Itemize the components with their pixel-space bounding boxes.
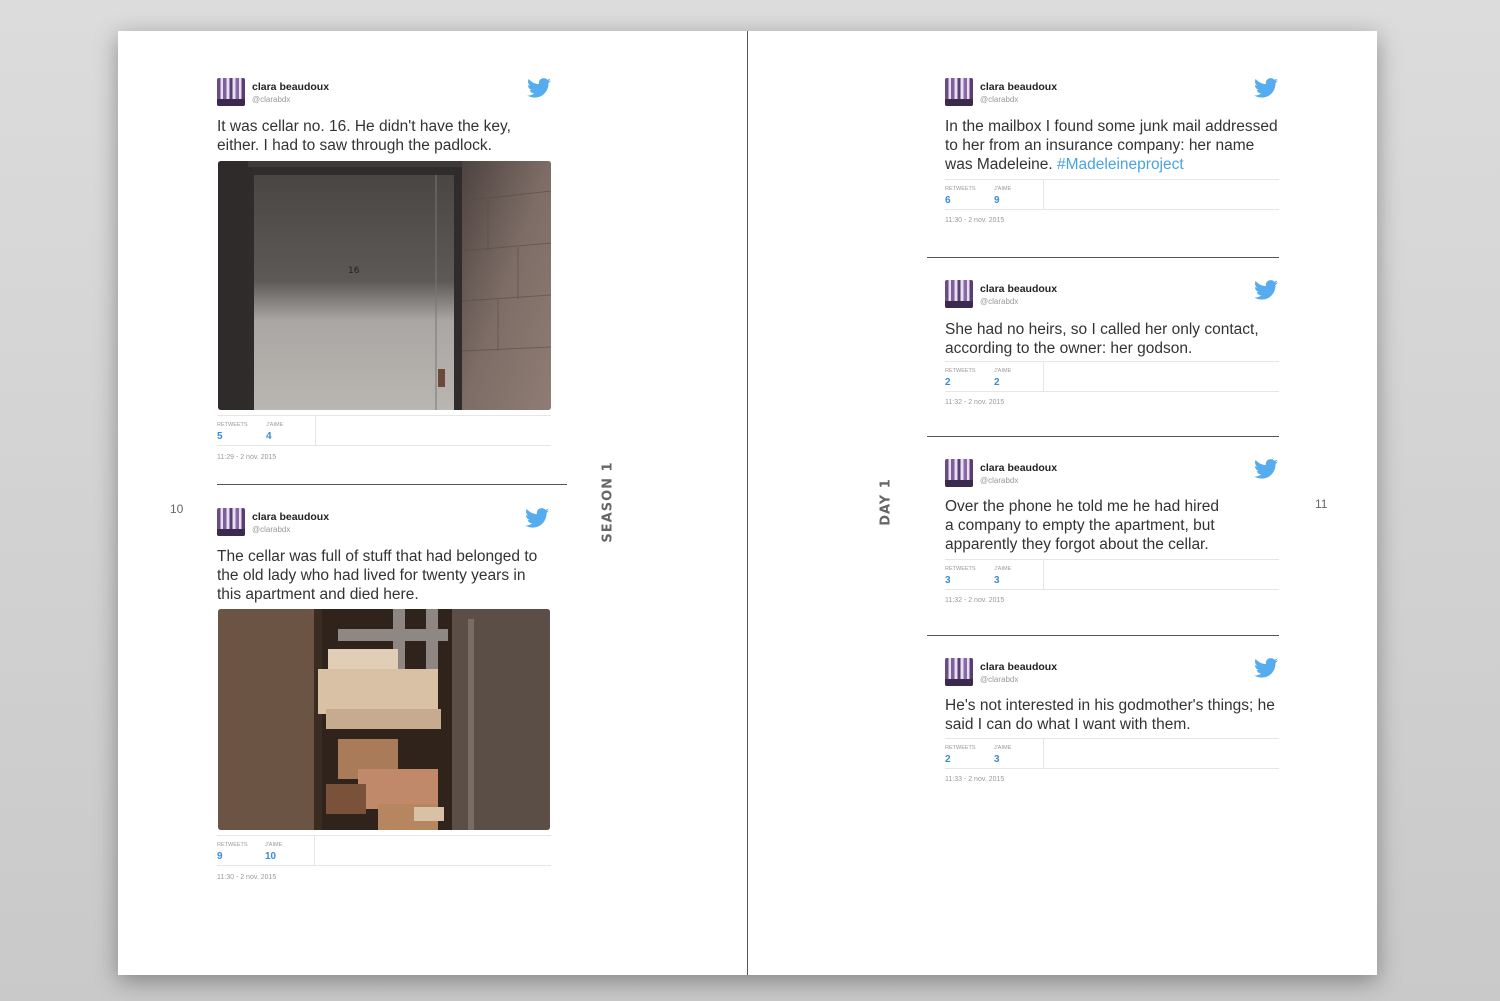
- stats-divider: [1043, 560, 1044, 589]
- retweets-label: RETWEETS: [945, 186, 976, 192]
- retweets-label: RETWEETS: [217, 422, 248, 428]
- user-name[interactable]: clara beaudoux: [252, 81, 329, 93]
- tweet-card: clara beaudoux @clarabdx She had no heir…: [945, 280, 1280, 410]
- tweet-date[interactable]: 11:29 - 2 nov. 2015: [217, 454, 276, 461]
- tweet-separator: [927, 635, 1279, 636]
- tweet-date[interactable]: 11:30 - 2 nov. 2015: [945, 217, 1004, 224]
- twitter-bird-icon: [527, 78, 551, 98]
- retweets-count: 3: [945, 575, 951, 586]
- tweet-stats: RETWEETS 3 J'AIME 3: [945, 559, 1279, 590]
- user-handle[interactable]: @clarabdx: [980, 297, 1018, 306]
- tweet-stats: RETWEETS 2 J'AIME 3: [945, 738, 1279, 769]
- page-number-left: 10: [170, 502, 184, 516]
- tweet-stats: RETWEETS 6 J'AIME 9: [945, 179, 1279, 210]
- likes-count: 2: [994, 377, 1000, 388]
- season-label: SEASON 1: [600, 461, 616, 543]
- likes-count: 4: [266, 431, 272, 442]
- tweet-text: She had no heirs, so I called her only c…: [945, 321, 1259, 357]
- tweet-text: In the mailbox I found some junk mail ad…: [945, 117, 1285, 174]
- stats-divider: [1043, 739, 1044, 768]
- user-name[interactable]: clara beaudoux: [980, 283, 1057, 295]
- twitter-bird-icon: [1254, 459, 1278, 479]
- likes-label: J'AIME: [994, 186, 1012, 192]
- user-name[interactable]: clara beaudoux: [252, 511, 329, 523]
- tweet-text: The cellar was full of stuff that had be…: [217, 548, 538, 603]
- book-spine: [747, 31, 748, 975]
- tweet-date[interactable]: 11:32 - 2 nov. 2015: [945, 399, 1004, 406]
- retweets-label: RETWEETS: [945, 566, 976, 572]
- user-avatar[interactable]: [945, 459, 973, 487]
- user-handle[interactable]: @clarabdx: [252, 95, 290, 104]
- cellar-stuff-image: [218, 609, 550, 830]
- door-number: 16: [348, 266, 360, 276]
- user-name[interactable]: clara beaudoux: [980, 661, 1057, 673]
- tweet-card: clara beaudoux @clarabdx He's not intere…: [945, 658, 1280, 788]
- tweet-separator: [927, 436, 1279, 437]
- retweets-count: 2: [945, 377, 951, 388]
- likes-count: 3: [994, 754, 1000, 765]
- twitter-bird-icon: [1254, 280, 1278, 300]
- likes-label: J'AIME: [265, 842, 283, 848]
- tweet-separator: [927, 257, 1279, 258]
- tweet-card: clara beaudoux @clarabdx It was cellar n…: [217, 78, 551, 468]
- user-avatar[interactable]: [217, 78, 245, 106]
- stats-divider: [1043, 362, 1044, 391]
- tweet-text: Over the phone he told me he had hired a…: [945, 498, 1220, 553]
- retweets-label: RETWEETS: [217, 842, 248, 848]
- tweet-stats: RETWEETS 9 J'AIME 10: [217, 835, 551, 866]
- tweet-card: clara beaudoux @clarabdx In the mailbox …: [945, 78, 1280, 228]
- tweet-date[interactable]: 11:32 - 2 nov. 2015: [945, 597, 1004, 604]
- likes-label: J'AIME: [994, 368, 1012, 374]
- user-name[interactable]: clara beaudoux: [980, 462, 1057, 474]
- likes-count: 10: [265, 851, 277, 862]
- likes-label: J'AIME: [994, 566, 1012, 572]
- tweet-card: clara beaudoux @clarabdx The cellar was …: [217, 508, 551, 888]
- retweets-label: RETWEETS: [945, 745, 976, 751]
- user-avatar[interactable]: [945, 78, 973, 106]
- tweet-text: He's not interested in his godmother's t…: [945, 697, 1275, 733]
- retweets-label: RETWEETS: [945, 368, 976, 374]
- tweet-photo-cellar-door[interactable]: 16: [218, 161, 551, 410]
- retweets-count: 5: [217, 431, 223, 442]
- tweet-card: clara beaudoux @clarabdx Over the phone …: [945, 459, 1280, 609]
- user-name[interactable]: clara beaudoux: [980, 81, 1057, 93]
- tweet-separator: [217, 484, 567, 485]
- user-handle[interactable]: @clarabdx: [252, 525, 290, 534]
- tweet-stats: RETWEETS 2 J'AIME 2: [945, 361, 1279, 392]
- user-handle[interactable]: @clarabdx: [980, 476, 1018, 485]
- stats-divider: [1043, 180, 1044, 209]
- retweets-count: 9: [217, 851, 223, 862]
- tweet-photo-cellar-stuff[interactable]: [218, 609, 550, 830]
- day-label: DAY 1: [878, 478, 894, 526]
- tweet-date[interactable]: 11:33 - 2 nov. 2015: [945, 776, 1004, 783]
- user-handle[interactable]: @clarabdx: [980, 95, 1018, 104]
- retweets-count: 6: [945, 195, 951, 206]
- twitter-bird-icon: [525, 508, 549, 528]
- stats-divider: [315, 416, 316, 445]
- hashtag-link[interactable]: #Madeleineproject: [1057, 156, 1184, 173]
- likes-count: 9: [994, 195, 1000, 206]
- user-avatar[interactable]: [945, 658, 973, 686]
- page-number-right: 11: [1315, 497, 1328, 511]
- tweet-stats: RETWEETS 5 J'AIME 4: [217, 415, 551, 446]
- retweets-count: 2: [945, 754, 951, 765]
- user-avatar[interactable]: [217, 508, 245, 536]
- user-handle[interactable]: @clarabdx: [980, 675, 1018, 684]
- user-avatar[interactable]: [945, 280, 973, 308]
- cellar-door-image: 16: [218, 161, 551, 410]
- twitter-bird-icon: [1254, 658, 1278, 678]
- likes-count: 3: [994, 575, 1000, 586]
- stats-divider: [314, 836, 315, 865]
- tweet-text: It was cellar no. 16. He didn't have the…: [217, 118, 511, 154]
- tweet-date[interactable]: 11:30 - 2 nov. 2015: [217, 874, 276, 881]
- likes-label: J'AIME: [266, 422, 284, 428]
- likes-label: J'AIME: [994, 745, 1012, 751]
- twitter-bird-icon: [1254, 78, 1278, 98]
